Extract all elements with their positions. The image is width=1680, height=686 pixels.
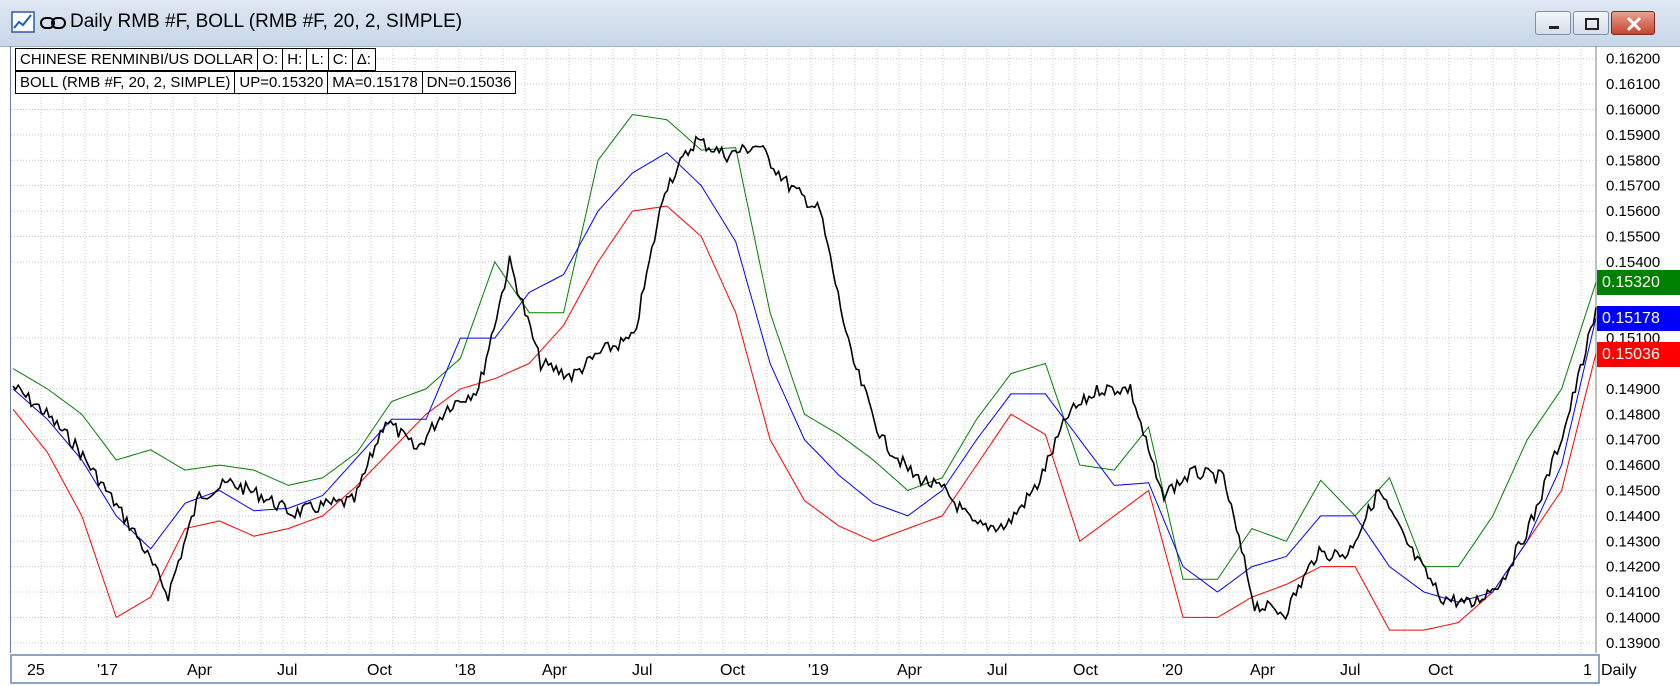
y-tick-label: 0.15400 [1606, 254, 1660, 271]
restore-button[interactable] [1573, 11, 1609, 35]
y-tick-label: 0.14700 [1606, 432, 1660, 449]
x-tick-label: Jul [1340, 662, 1361, 679]
y-tick-label: 0.15700 [1606, 178, 1660, 195]
chart-svg: 0.13900 0.14000 0.14100 0.14200 0.14300 0.144… [11, 46, 1660, 653]
x-tick-label: Jul [987, 662, 1008, 679]
x-tick-label: '20 [1162, 662, 1183, 679]
y-tick-label: 0.15800 [1606, 152, 1660, 169]
open-label: O: [257, 48, 284, 71]
x-tick-label: Apr [542, 662, 567, 679]
x-tick-label: Apr [1250, 662, 1275, 679]
high-label: H: [282, 48, 308, 71]
close-button[interactable] [1611, 11, 1655, 35]
y-tick-label: 0.14000 [1606, 609, 1660, 626]
y-tick-label: 0.16200 [1606, 51, 1660, 68]
window-titlebar: Daily RMB #F, BOLL (RMB #F, 20, 2, SIMPL… [0, 0, 1680, 47]
y-tick-label: 0.14300 [1606, 533, 1660, 550]
indicator-name: BOLL (RMB #F, 20, 2, SIMPLE) [14, 71, 236, 94]
x-tick-label: Oct [1073, 662, 1098, 679]
y-tick-label: 0.14600 [1606, 457, 1660, 474]
x-tick-label: 1 [1583, 662, 1592, 679]
period-label: Daily [1601, 662, 1637, 679]
upper-band-value: UP=0.15320 [234, 71, 329, 94]
x-tick-label: '18 [455, 662, 476, 679]
x-tick-label: Apr [187, 662, 212, 679]
close-icon [1626, 16, 1642, 32]
y-tick-label: 0.14200 [1606, 559, 1660, 576]
upper-price-tag: 0.15320 [1597, 270, 1680, 296]
x-tick-label: Jul [632, 662, 653, 679]
chart-icon [11, 11, 35, 33]
x-tick-label: Oct [367, 662, 392, 679]
low-label: L: [306, 48, 329, 71]
symbol-info-row: CHINESE RENMINBI/US DOLLAR O: H: L: C: Δ… [14, 48, 376, 71]
change-label: Δ: [351, 48, 376, 71]
symbol-name: CHINESE RENMINBI/US DOLLAR [14, 48, 259, 71]
y-tick-label: 0.14100 [1606, 584, 1660, 601]
price-line [12, 135, 1597, 621]
close-label: C: [327, 48, 353, 71]
lower-band-value: DN=0.15036 [421, 71, 517, 94]
lower-price-tag: 0.15036 [1597, 342, 1680, 368]
y-tick-label: 0.14900 [1606, 381, 1660, 398]
time-axis[interactable] [10, 654, 1600, 684]
y-tick-label: 0.16000 [1606, 101, 1660, 118]
x-tick-label: Jul [277, 662, 298, 679]
y-tick-label: 0.15500 [1606, 228, 1660, 245]
x-tick-label: Oct [720, 662, 745, 679]
y-tick-label: 0.16100 [1606, 76, 1660, 93]
indicator-info-row: BOLL (RMB #F, 20, 2, SIMPLE) UP=0.15320 … [14, 71, 517, 94]
minimize-icon [1549, 26, 1559, 29]
y-tick-label: 0.15600 [1606, 203, 1660, 220]
link-icon [40, 17, 66, 29]
middle-band-value: MA=0.15178 [327, 71, 423, 94]
minimize-button[interactable] [1535, 11, 1571, 35]
x-tick-label: '19 [808, 662, 829, 679]
chart-area[interactable]: 0.13900 0.14000 0.14100 0.14200 0.14300 0.144… [10, 46, 1680, 653]
x-tick-label: Apr [897, 662, 922, 679]
y-tick-label: 0.14400 [1606, 508, 1660, 525]
y-tick-label: 0.14500 [1606, 482, 1660, 499]
middle-price-tag: 0.15178 [1597, 306, 1680, 332]
window-title: Daily RMB #F, BOLL (RMB #F, 20, 2, SIMPL… [70, 11, 463, 32]
restore-icon [1585, 18, 1599, 30]
y-tick-label: 0.15900 [1606, 127, 1660, 144]
y-tick-label: 0.14800 [1606, 406, 1660, 423]
y-tick-label: 0.13900 [1606, 635, 1660, 652]
x-tick-label: 25 [27, 662, 45, 679]
upper-band-line [12, 114, 1597, 580]
x-tick-label: Oct [1428, 662, 1453, 679]
x-tick-label: '17 [97, 662, 118, 679]
